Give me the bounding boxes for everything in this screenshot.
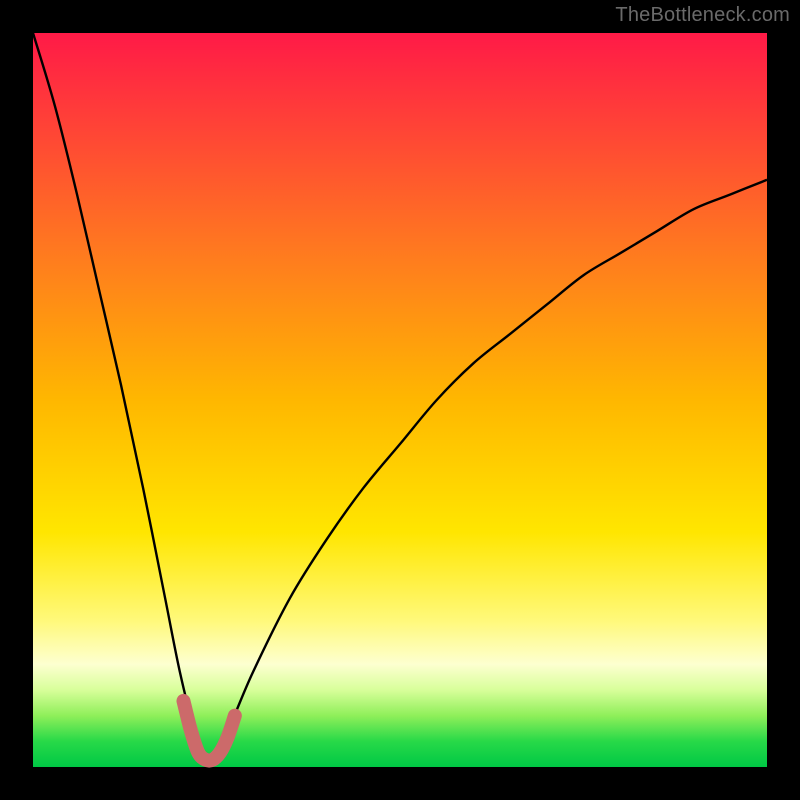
plot-background — [33, 33, 767, 767]
watermark-text: TheBottleneck.com — [615, 4, 790, 27]
chart-svg — [0, 0, 800, 800]
chart-frame: { "watermark": "TheBottleneck.com", "cha… — [0, 0, 800, 800]
